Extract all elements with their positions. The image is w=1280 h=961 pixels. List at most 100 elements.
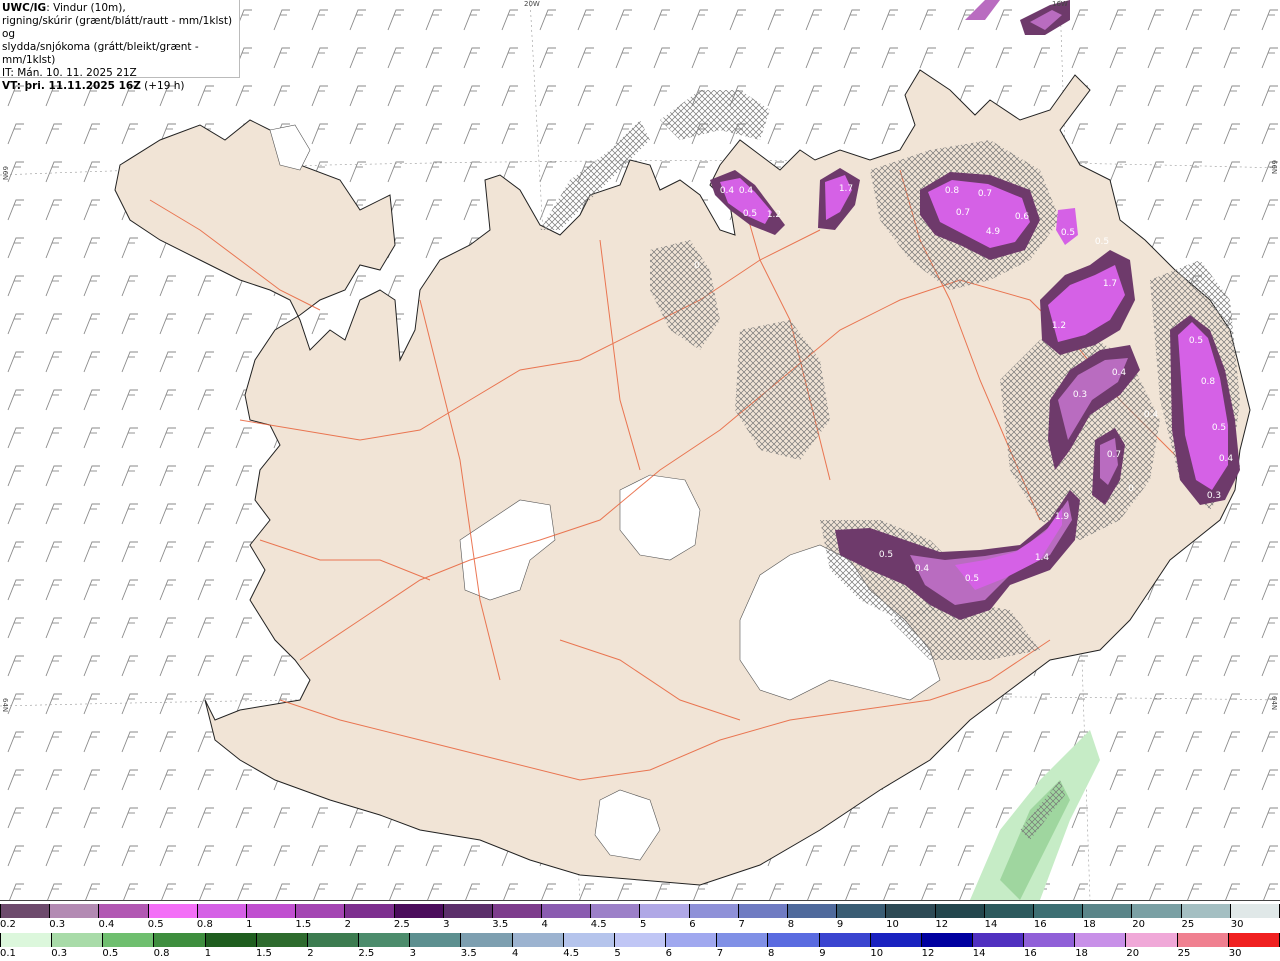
precip-label: 0.8 [1201, 377, 1216, 387]
rain-legend-swatch [614, 933, 667, 947]
rain-legend-swatch [103, 933, 155, 947]
precip-label: 1.2 [1052, 321, 1066, 331]
rain-legend-label: 5 [614, 948, 621, 959]
snow-legend-swatch [1083, 904, 1133, 918]
precip-label: 0.4 [1112, 368, 1127, 378]
snow-legend-swatch [640, 904, 690, 918]
snow-legend-swatch [1132, 904, 1182, 918]
snow-legend-swatch [197, 904, 247, 918]
snow-legend-label: 8 [787, 919, 795, 930]
precip-label: 0.5 [1061, 228, 1075, 238]
snow-legend-swatch [984, 904, 1034, 918]
rain-legend-swatch [666, 933, 718, 947]
snow-legend-swatch [542, 904, 592, 918]
snow-legend-swatch [689, 904, 739, 918]
snow-legend-label: 0.4 [98, 919, 115, 930]
rain-legend-swatch [870, 933, 922, 947]
rain-legend-label: 7 [716, 948, 724, 959]
snow-legend-labels: 0.2 0.3 0.4 0.5 0.8 1 1.5 2 2.5 3 3.5 4 4.5 5 6 7 8 9 10 12… [0, 919, 1280, 931]
rain-legend-swatch [461, 933, 513, 947]
rain-legend-label: 8 [768, 948, 775, 959]
rain-legend-swatch [154, 933, 206, 947]
precip-label: 0.7 [1107, 450, 1121, 460]
snow-legend-swatch [1230, 904, 1280, 918]
rain-legend-label: 2 [307, 948, 314, 959]
rain-legend-swatch [205, 933, 257, 947]
rain-legend-swatch [307, 933, 360, 947]
precip-label: 0.6 [1015, 212, 1030, 222]
snow-legend-swatch [443, 904, 493, 918]
latitude-label-64n-right: 64N [1270, 696, 1278, 711]
precip-label: 0 [694, 261, 700, 271]
precip-label: 4.9 [986, 227, 1001, 237]
rain-legend-label: 16 [1024, 948, 1037, 959]
rain-legend-label: 3 [409, 948, 416, 959]
rain-legend-label: 3.5 [460, 948, 477, 959]
rain-legend-label: 0.5 [102, 948, 119, 959]
snow-legend-swatch [886, 904, 936, 918]
precip-label: 1.2 [767, 210, 781, 220]
precip-label: 0.4 [720, 186, 735, 196]
valid-time: VT: þri. 11.11.2025 16Z [2, 80, 141, 92]
rain-legend-swatch [1075, 933, 1127, 947]
rain-legend-label: 6 [665, 948, 672, 959]
snow-legend-label: 25 [1181, 919, 1195, 930]
rain-legend-label: 4.5 [563, 948, 580, 959]
rain-legend-label: 10 [870, 948, 884, 959]
snow-legend-swatch [345, 904, 395, 918]
rain-legend-swatch [256, 933, 308, 947]
snow-legend-label: 0.8 [196, 919, 213, 930]
rain-legend-swatch [410, 933, 462, 947]
snow-legend-label: 14 [984, 919, 998, 930]
precip-label: 0.5 [965, 574, 979, 584]
snow-legend-label: 1.5 [295, 919, 312, 930]
rain-legend-label: 1 [204, 948, 212, 959]
snow-legend-swatch [492, 904, 543, 918]
precip-label: 1.7 [839, 184, 853, 194]
forecast-hour: (+19 h) [140, 80, 185, 92]
rain-legend-label: 25 [1177, 948, 1191, 959]
rain-legend-swatch [717, 933, 769, 947]
rain-legend-swatch [1024, 933, 1076, 947]
rain-legend-swatch [768, 933, 820, 947]
info-line-4: IT: Mán. 10. 11. 2025 21Z [2, 67, 137, 79]
precip-label: 0.5 [879, 550, 893, 560]
rain-legend-swatch [52, 933, 104, 947]
snow-legend-label: 0.3 [49, 919, 66, 930]
rain-legend-swatch [1228, 933, 1280, 947]
rain-legend-swatch [921, 933, 973, 947]
precip-label: 0.5 [743, 209, 757, 219]
longitude-label-20w: 20W [524, 0, 540, 8]
snow-legend-swatch [1033, 904, 1084, 918]
rain-legend-label: 30 [1228, 948, 1242, 959]
rain-legend-labels: 0.1 0.3 0.5 0.8 1 1.5 2 2.5 3 3.5 4 4.5 5 6 7 8 9 10 12 14 1… [0, 948, 1280, 960]
rain-legend-swatch [563, 933, 615, 947]
snow-legend-swatch [148, 904, 198, 918]
snow-legend-bar [0, 904, 1280, 918]
rain-legend-swatch [972, 933, 1025, 947]
precip-label: 0.8 [945, 186, 960, 196]
snow-legend-swatch [935, 904, 985, 918]
snow-legend-swatch [837, 904, 887, 918]
rain-legend-label: 14 [972, 948, 986, 959]
snow-legend-swatch [394, 904, 444, 918]
rain-legend-label: 20 [1126, 948, 1140, 959]
snow-legend-swatch [1181, 904, 1231, 918]
precip-label: 0.5 [1189, 336, 1203, 346]
latitude-label-64n-left: 64N [1, 698, 9, 713]
rain-legend-label: 0.8 [153, 948, 170, 959]
snow-legend-label: 16 [1033, 919, 1047, 930]
rain-legend-label: 4 [512, 948, 519, 959]
rain-legend-label: 0.1 [0, 948, 16, 959]
snow-legend-label: 4.5 [590, 919, 607, 930]
snow-legend-label: 10 [886, 919, 899, 930]
snow-legend-swatch [591, 904, 641, 918]
rain-legend-label: 0.3 [51, 948, 68, 959]
snow-legend-label: 18 [1083, 919, 1096, 930]
snow-legend-label: 20 [1132, 919, 1146, 930]
snow-legend-swatch [50, 904, 100, 918]
snow-legend-swatch [738, 904, 788, 918]
snow-legend-label: 2 [344, 919, 351, 930]
rain-legend-swatch [0, 933, 53, 947]
rain-legend-label: 12 [921, 948, 935, 959]
